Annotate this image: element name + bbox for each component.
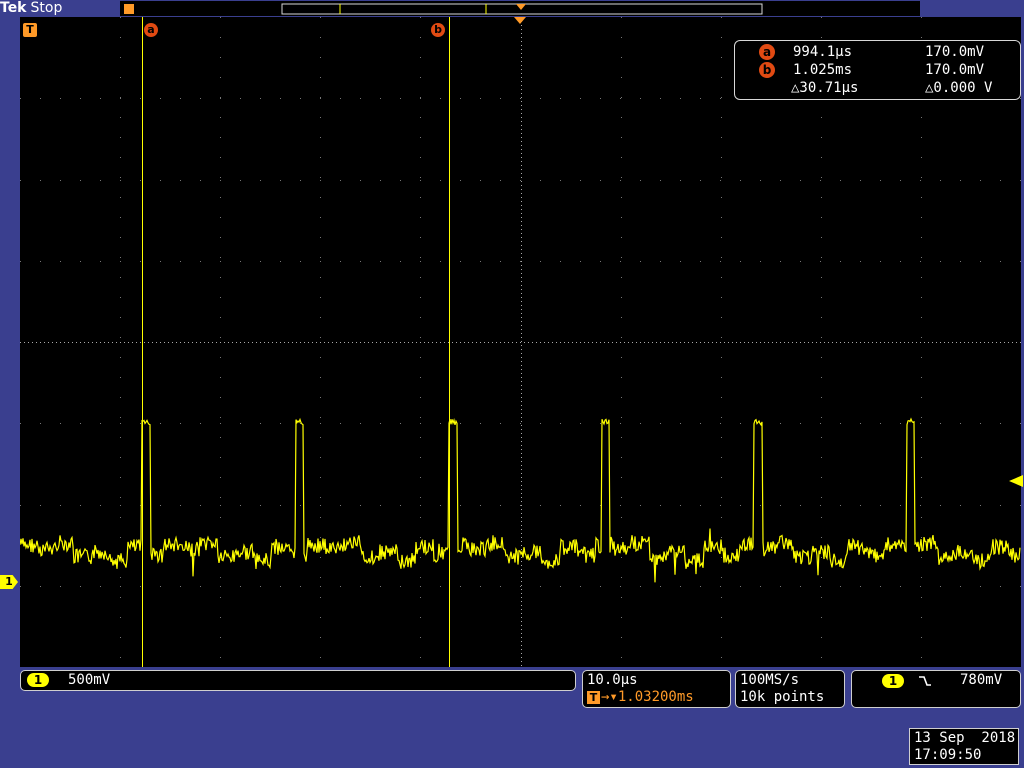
waveform-trace	[20, 417, 1021, 583]
trigger-panel[interactable]: 1 780mV	[851, 670, 1021, 708]
waveform-display[interactable]: T a b	[20, 17, 1021, 667]
channel-1-ground-icon[interactable]: 1	[0, 575, 18, 589]
trigger-position-icon	[124, 4, 134, 14]
trigger-source-badge: 1	[882, 674, 904, 688]
timebase-panel[interactable]: 10.0µs T →▾1.03200ms	[582, 670, 731, 708]
cursor-a-line[interactable]	[142, 17, 143, 667]
date-time: 13 Sep 2018 17:09:50	[909, 728, 1019, 765]
channel-1-waveform	[20, 417, 1021, 583]
sample-rate: 100MS/s	[740, 672, 800, 688]
cursor-a-badge: a	[759, 44, 775, 60]
trigger-level: 780mV	[960, 672, 1003, 688]
cursor-delta-volt: △0.000 V	[925, 80, 993, 96]
date: 13 Sep 2018	[914, 730, 1016, 746]
cursor-b-time: 1.025ms	[793, 62, 853, 78]
cursor-a-time: 994.1µs	[793, 44, 853, 60]
time: 17:09:50	[914, 747, 982, 763]
brand-logo: Tek	[0, 0, 27, 16]
cursor-delta-time: △30.71µs	[791, 80, 859, 96]
acquisition-panel[interactable]: 100MS/s 10k points	[735, 670, 845, 708]
channel-1-badge: 1	[27, 673, 49, 687]
cursor-b-tag[interactable]: b	[431, 23, 445, 37]
cursor-b-badge: b	[759, 62, 775, 78]
falling-edge-icon	[919, 676, 931, 686]
channel-1-scale-panel[interactable]: 1 500mV	[20, 670, 576, 691]
horizontal-scale: 10.0µs	[587, 672, 638, 688]
cursor-readout: a 994.1µs 170.0mV b 1.025ms 170.0mV △30.…	[734, 40, 1021, 100]
cursor-a-tag[interactable]: a	[144, 23, 158, 37]
cursor-b-line[interactable]	[449, 17, 450, 667]
horizontal-position: T →▾1.03200ms	[587, 689, 694, 706]
record-length: 10k points	[740, 689, 825, 705]
cursor-a-volt: 170.0mV	[925, 44, 985, 60]
brand-status: Tek Stop	[0, 0, 62, 16]
record-view-graphic	[120, 2, 920, 16]
cursor-b-volt: 170.0mV	[925, 62, 985, 78]
acquisition-state: Stop	[30, 0, 63, 16]
trigger-t-icon: T	[587, 690, 600, 704]
trigger-marker-icon: T	[23, 23, 37, 37]
channel-1-scale: 500mV	[68, 672, 111, 688]
record-view-bar[interactable]	[120, 1, 920, 16]
